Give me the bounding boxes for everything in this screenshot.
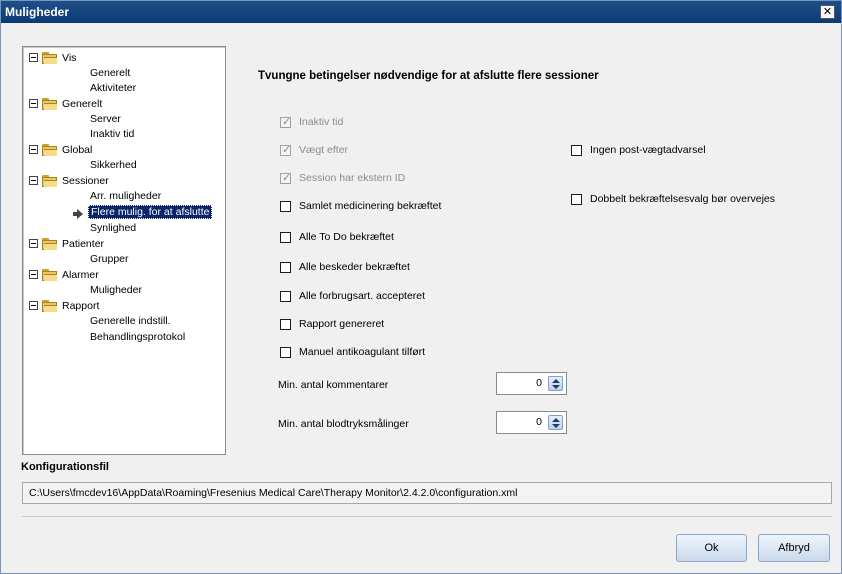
tree-group-generelt[interactable]: Generelt	[29, 97, 219, 112]
section-heading: Tvungne betingelser nødvendige for at af…	[258, 70, 599, 82]
config-file-path[interactable]: C:\Users\fmcdev16\AppData\Roaming\Fresen…	[22, 482, 832, 504]
checkbox-label: Ingen post-vægtadvarsel	[590, 144, 706, 156]
checkbox-label: Dobbelt bekræftelsesvalg bør overvejes	[590, 193, 776, 205]
tree-item-aktiviteter[interactable]: Aktiviteter	[90, 82, 136, 97]
min-comments-label: Min. antal kommentarer	[278, 379, 389, 391]
arrow-right-icon	[73, 209, 83, 219]
tree-group-global[interactable]: Global	[29, 143, 219, 158]
tree-group-alarmer[interactable]: Alarmer	[29, 268, 219, 283]
checkbox-label: Samlet medicinering bekræftet	[299, 200, 442, 212]
tree-item-label: Inaktiv tid	[90, 128, 135, 140]
config-file-title: Konfigurationsfil	[21, 461, 109, 473]
tree-item-label: Behandlingsprotokol	[90, 331, 186, 343]
checkbox-box[interactable]: ✓	[280, 116, 292, 128]
checkbox-label: Session har ekstern ID	[299, 172, 406, 184]
tree-item-inaktiv-tid[interactable]: Inaktiv tid	[90, 128, 134, 143]
collapse-icon[interactable]	[29, 239, 38, 248]
tree-item-label: Muligheder	[90, 284, 142, 296]
collapse-icon[interactable]	[29, 270, 38, 279]
check-icon: ✓	[282, 144, 292, 156]
close-icon: ✕	[822, 6, 833, 18]
folder-icon	[42, 144, 57, 156]
tree-group-vis[interactable]: Vis	[29, 51, 219, 66]
tree-item-label: Aktiviteter	[90, 82, 137, 94]
collapse-icon[interactable]	[29, 53, 38, 62]
checkbox-label: Alle To Do bekræftet	[299, 231, 394, 243]
stepper-value: 0	[536, 416, 542, 428]
min-bp-label: Min. antal blodtryksmålinger	[278, 418, 409, 430]
checkbox-box[interactable]: ✓	[280, 144, 292, 156]
cancel-button[interactable]: Afbryd	[758, 534, 830, 562]
tree-item-label: Grupper	[90, 253, 129, 265]
checkbox-box[interactable]	[571, 145, 582, 156]
min-comments-stepper[interactable]: 0	[496, 372, 567, 395]
close-button[interactable]: ✕	[820, 5, 835, 19]
collapse-icon[interactable]	[29, 99, 38, 108]
checkbox-box[interactable]	[571, 194, 582, 205]
stepper-value: 0	[536, 377, 542, 389]
checkbox-box[interactable]	[280, 262, 291, 273]
tree-item-sikkerhed[interactable]: Sikkerhed	[90, 159, 137, 174]
collapse-icon[interactable]	[29, 301, 38, 310]
tree-item-flere-mulig-selected[interactable]: Flere mulig. for at afslutte	[88, 205, 213, 221]
spin-updown-icon[interactable]	[548, 415, 563, 430]
tree-group-label: Global	[62, 144, 93, 156]
folder-icon	[42, 52, 57, 64]
folder-icon	[42, 175, 57, 187]
tree-item-label: Arr. muligheder	[90, 190, 162, 202]
folder-icon	[42, 98, 57, 110]
checkbox-box[interactable]: ✓	[280, 172, 292, 184]
tree-group-label: Sessioner	[62, 175, 109, 187]
collapse-icon[interactable]	[29, 176, 38, 185]
divider	[22, 516, 832, 517]
tree-group-patienter[interactable]: Patienter	[29, 237, 219, 252]
tree-item-behandlingsprotokol[interactable]: Behandlingsprotokol	[90, 331, 185, 346]
tree-item-grupper[interactable]: Grupper	[90, 253, 129, 268]
tree-item-generelt[interactable]: Generelt	[90, 67, 130, 82]
folder-icon	[42, 269, 57, 281]
checkbox-label: Inaktiv tid	[299, 116, 344, 128]
check-icon: ✓	[282, 116, 292, 128]
tree-item-synlighed[interactable]: Synlighed	[90, 222, 136, 237]
checkbox-box[interactable]	[280, 232, 291, 243]
check-icon: ✓	[282, 172, 292, 184]
checkbox-box[interactable]	[280, 201, 291, 212]
window-title: Muligheder	[5, 5, 70, 19]
checkbox-label: Rapport genereret	[299, 318, 385, 330]
checkbox-box[interactable]	[280, 319, 291, 330]
ok-button[interactable]: Ok	[676, 534, 747, 562]
folder-icon	[42, 238, 57, 250]
tree-group-label: Alarmer	[62, 269, 99, 281]
checkbox-box[interactable]	[280, 291, 291, 302]
collapse-icon[interactable]	[29, 145, 38, 154]
options-dialog: Muligheder ✕ Vis Generelt Aktiviteter Ge…	[0, 0, 842, 574]
title-bar[interactable]: Muligheder ✕	[1, 1, 841, 23]
checkbox-label: Alle forbrugsart. accepteret	[299, 290, 426, 302]
checkbox-label: Vægt efter	[299, 144, 349, 156]
tree-item-label: Generelt	[90, 67, 131, 79]
tree-group-label: Generelt	[62, 98, 103, 110]
tree-item-label: Server	[90, 113, 121, 125]
folder-icon	[42, 300, 57, 312]
checkbox-box[interactable]	[280, 347, 291, 358]
tree-group-rapport[interactable]: Rapport	[29, 299, 219, 314]
tree-item-server[interactable]: Server	[90, 113, 121, 128]
tree-item-label: Flere mulig. for at afslutte	[88, 205, 213, 219]
tree-item-muligheder[interactable]: Muligheder	[90, 284, 142, 299]
tree-group-sessioner[interactable]: Sessioner	[29, 174, 219, 189]
min-bp-stepper[interactable]: 0	[496, 411, 567, 434]
tree-item-generelle-indstill[interactable]: Generelle indstill.	[90, 315, 171, 330]
tree-group-label: Patienter	[62, 238, 105, 250]
tree-item-label: Generelle indstill.	[90, 315, 171, 327]
tree-group-label: Rapport	[62, 300, 100, 312]
tree-group-label: Vis	[62, 52, 77, 64]
tree-item-label: Synlighed	[90, 222, 137, 234]
checkbox-label: Manuel antikoagulant tilført	[299, 346, 426, 358]
spin-updown-icon[interactable]	[548, 376, 563, 391]
tree-item-label: Sikkerhed	[90, 159, 137, 171]
options-tree[interactable]: Vis Generelt Aktiviteter Generelt Server…	[22, 46, 226, 455]
tree-item-arr-muligheder[interactable]: Arr. muligheder	[90, 190, 161, 205]
checkbox-label: Alle beskeder bekræftet	[299, 261, 410, 273]
